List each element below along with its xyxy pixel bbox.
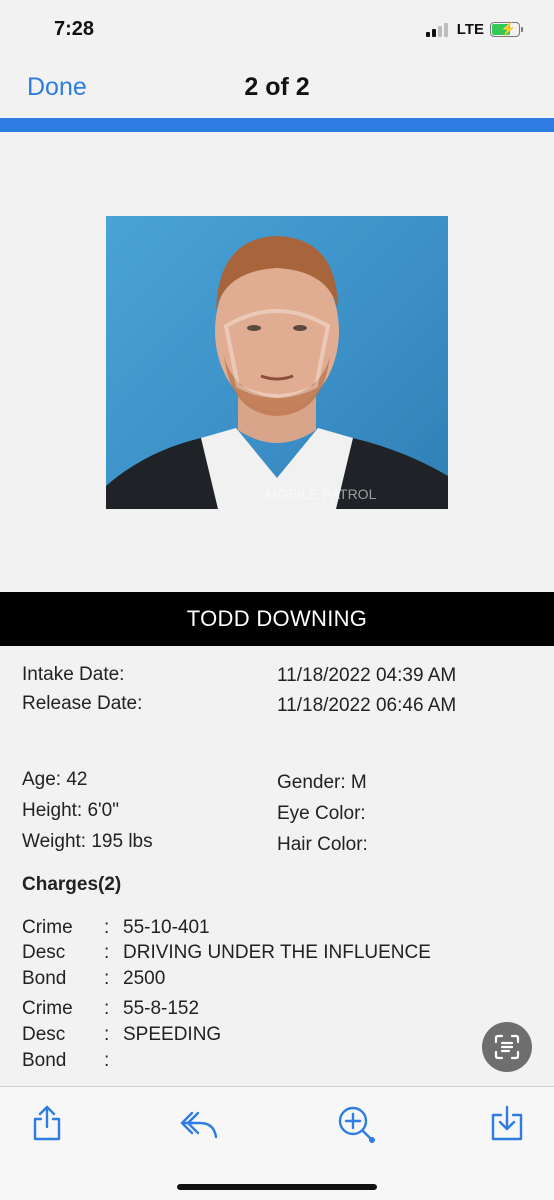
- mugshot-photo: MOBILE PATROL: [106, 216, 448, 509]
- inmate-name: TODD DOWNING: [186, 606, 368, 631]
- eye-color-field: Eye Color:: [277, 803, 366, 824]
- hair-color-field: Hair Color:: [277, 834, 368, 855]
- height-field: Height: 6'0": [22, 800, 119, 821]
- weight-field: Weight: 195 lbs: [22, 831, 153, 852]
- text-scan-icon: [494, 1034, 520, 1060]
- live-text-button[interactable]: [482, 1022, 532, 1072]
- mugshot-image: MOBILE PATROL: [106, 236, 448, 509]
- age-field: Age: 42: [22, 769, 88, 790]
- network-type: LTE: [456, 21, 484, 38]
- bottom-toolbar: [0, 1086, 554, 1200]
- release-date-value: 11/18/2022 06:46 AM: [277, 695, 457, 716]
- intake-date-value: 11/18/2022 04:39 AM: [277, 665, 457, 686]
- zoom-in-icon[interactable]: [335, 1103, 375, 1143]
- home-indicator: [177, 1184, 377, 1190]
- nav-bar: Done 2 of 2: [0, 58, 554, 118]
- watermark-text: MOBILE PATROL: [266, 486, 377, 502]
- page-indicator: 2 of 2: [244, 73, 310, 101]
- status-bar: 7:28 LTE ⚡: [0, 0, 554, 58]
- release-date-label: Release Date:: [22, 693, 143, 714]
- status-time: 7:28: [54, 18, 95, 40]
- share-icon[interactable]: [27, 1103, 67, 1143]
- reply-icon[interactable]: [178, 1103, 218, 1143]
- charges-heading: Charges(2): [22, 874, 122, 895]
- intake-date-label: Intake Date:: [22, 664, 125, 685]
- download-icon[interactable]: [487, 1103, 527, 1143]
- battery-icon: ⚡: [490, 21, 523, 37]
- document-view[interactable]: MOBILE PATROL TODD DOWNING Intake Date: …: [0, 132, 554, 1086]
- signal-icon: [425, 22, 448, 37]
- status-indicators: LTE ⚡: [425, 21, 523, 38]
- gender-field: Gender: M: [277, 772, 367, 793]
- name-bar: TODD DOWNING: [0, 592, 554, 646]
- header-band: [0, 118, 554, 132]
